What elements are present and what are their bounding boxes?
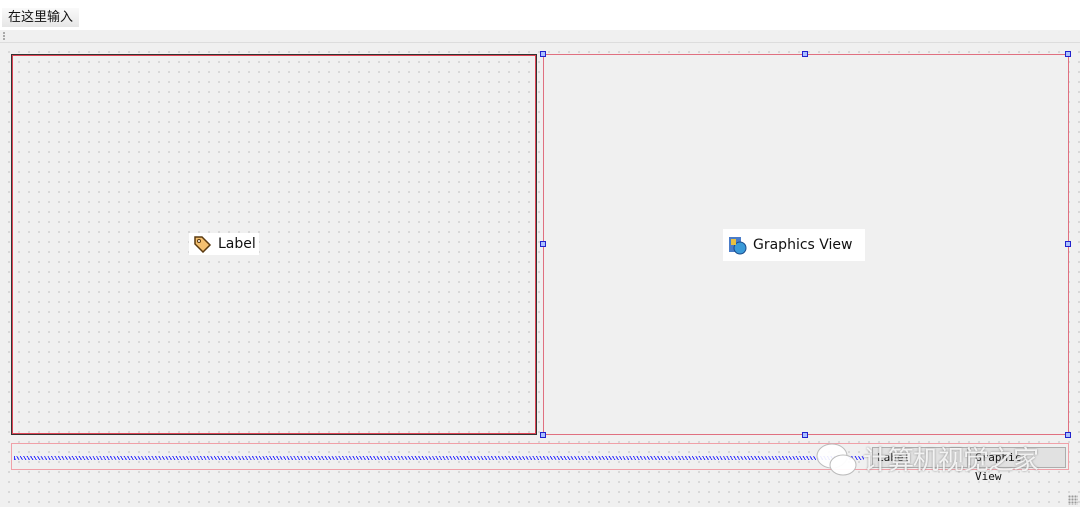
label-widget-caption: Label [189, 233, 259, 255]
label-widget[interactable]: Label [11, 54, 537, 435]
toolbar [0, 30, 1080, 43]
resize-handle-top[interactable] [802, 51, 808, 57]
resize-handle-top-left[interactable] [540, 51, 546, 57]
label-button[interactable]: Label [872, 447, 968, 468]
graphics-view-caption: Graphics View [723, 229, 865, 261]
horizontal-spacer[interactable] [14, 456, 864, 460]
menu-type-here[interactable]: 在这里输入 [2, 8, 80, 27]
resize-handle-right[interactable] [1065, 241, 1071, 247]
bottom-layout: Label Graphics View [11, 443, 1069, 483]
resize-handle-left[interactable] [540, 241, 546, 247]
graphics-view-text: Graphics View [753, 237, 853, 253]
menubar: 在这里输入 [0, 0, 1080, 30]
graphics-view-widget[interactable]: Graphics View [543, 54, 1069, 435]
toolbar-grip[interactable] [3, 32, 5, 40]
resize-handle-bottom-left[interactable] [540, 432, 546, 438]
resize-handle-bottom-right[interactable] [1065, 432, 1071, 438]
resize-handle-top-right[interactable] [1065, 51, 1071, 57]
label-text: Label [218, 236, 256, 252]
size-grip[interactable] [1068, 495, 1078, 505]
resize-handle-bottom[interactable] [802, 432, 808, 438]
tag-icon [194, 236, 212, 253]
graphics-view-button[interactable]: Graphics View [970, 447, 1066, 483]
graphics-view-icon [729, 237, 747, 255]
